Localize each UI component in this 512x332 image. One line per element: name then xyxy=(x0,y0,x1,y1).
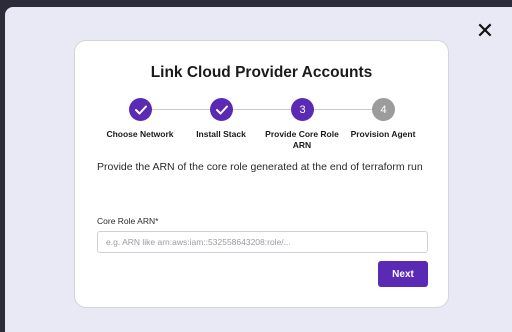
step-connector xyxy=(314,109,372,110)
step-4-label: Provision Agent xyxy=(350,129,416,139)
link-accounts-dialog: Link Cloud Provider Accounts 3 4 Choose … xyxy=(74,40,449,308)
step-3-circle: 3 xyxy=(291,98,314,121)
step-connector xyxy=(152,109,210,110)
step-connector xyxy=(233,109,291,110)
core-role-arn-label: Core Role ARN* xyxy=(97,216,159,226)
step-1-check-icon xyxy=(129,98,152,121)
dialog-title: Link Cloud Provider Accounts xyxy=(150,64,373,81)
close-icon[interactable]: ✕ xyxy=(473,20,497,44)
stepper: 3 4 Choose Network Install Stack Provide… xyxy=(75,97,450,157)
step-1-label: Choose Network xyxy=(106,129,174,139)
step-4-circle: 4 xyxy=(372,98,395,121)
step-2-label: Install Stack xyxy=(196,129,246,139)
step-2-check-icon xyxy=(210,98,233,121)
step-3-label: Provide Core Role ARN xyxy=(265,129,339,150)
modal-overlay: ✕ Link Cloud Provider Accounts 3 4 Choos… xyxy=(5,7,512,332)
next-button[interactable]: Next xyxy=(378,261,428,287)
step-description: Provide the ARN of the core role generat… xyxy=(97,161,423,173)
core-role-arn-input[interactable] xyxy=(97,231,428,253)
